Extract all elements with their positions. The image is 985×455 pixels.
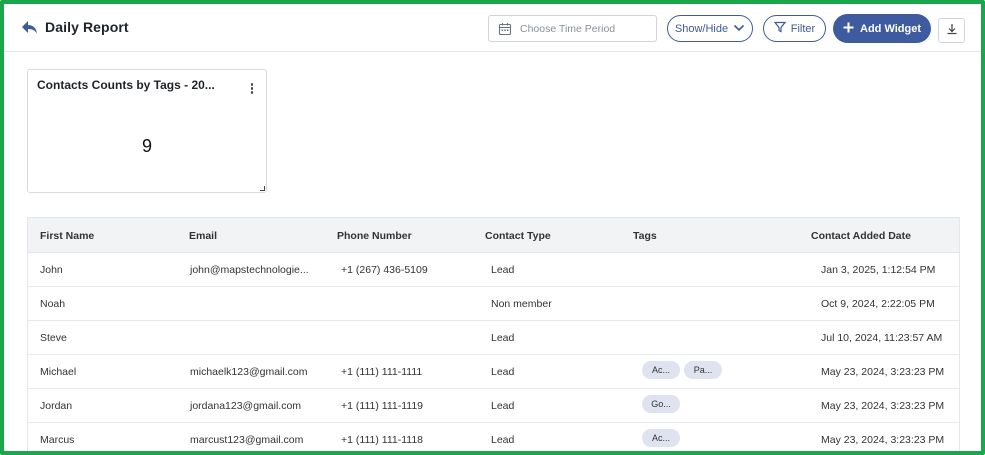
cell-phone: +1 (111) 111-1111 xyxy=(341,366,423,378)
back-arrow-icon[interactable] xyxy=(20,18,40,38)
show-hide-button[interactable]: Show/Hide xyxy=(667,15,753,42)
cell-email: michaelk123@gmail.com xyxy=(190,366,308,378)
column-header-first-name[interactable]: First Name xyxy=(40,230,94,242)
filter-icon xyxy=(773,21,787,36)
table-header: First Name Email Phone Number Contact Ty… xyxy=(28,218,959,253)
time-period-input[interactable] xyxy=(520,22,650,35)
table-row[interactable]: Steve Lead Jul 10, 2024, 11:23:57 AM xyxy=(28,321,959,355)
plus-icon xyxy=(843,22,854,36)
cell-first-name: John xyxy=(40,264,63,276)
cell-date: Jul 10, 2024, 11:23:57 AM xyxy=(821,332,943,344)
table-row[interactable]: Noah Non member Oct 9, 2024, 2:22:05 PM xyxy=(28,287,959,321)
cell-date: Jan 3, 2025, 1:12:54 PM xyxy=(821,264,936,276)
add-widget-button[interactable]: Add Widget xyxy=(833,14,931,43)
show-hide-label: Show/Hide xyxy=(674,22,729,35)
cell-email: jordana123@gmail.com xyxy=(190,400,302,412)
filter-button[interactable]: Filter xyxy=(763,15,826,42)
column-header-email[interactable]: Email xyxy=(189,230,217,242)
cell-contact-type: Lead xyxy=(491,332,515,344)
download-icon xyxy=(946,22,958,40)
calendar-icon xyxy=(498,22,512,36)
add-widget-label: Add Widget xyxy=(860,22,921,35)
cell-contact-type: Lead xyxy=(491,400,515,412)
cell-contact-type: Lead xyxy=(491,366,515,378)
contacts-counts-widget: Contacts Counts by Tags - 20... 9 xyxy=(27,69,267,193)
table-row[interactable]: Michael michaelk123@gmail.com +1 (111) 1… xyxy=(28,355,959,389)
page-header: Daily Report Show/Hide xyxy=(4,4,981,52)
tag-chip[interactable]: Ac... xyxy=(642,361,680,379)
filter-label: Filter xyxy=(790,22,816,35)
cell-phone: +1 (111) 111-1118 xyxy=(341,434,424,446)
column-header-contact-added-date[interactable]: Contact Added Date xyxy=(811,230,911,242)
cell-date: May 23, 2024, 3:23:23 PM xyxy=(821,400,945,412)
column-header-contact-type[interactable]: Contact Type xyxy=(485,230,551,242)
widget-title: Contacts Counts by Tags - 20... xyxy=(37,78,215,92)
widget-count: 9 xyxy=(141,136,152,156)
cell-phone: +1 (267) 436-5109 xyxy=(341,264,428,276)
contacts-table: First Name Email Phone Number Contact Ty… xyxy=(27,217,960,451)
cell-contact-type: Lead xyxy=(491,264,515,276)
cell-first-name: Michael xyxy=(40,366,77,378)
more-vertical-icon[interactable] xyxy=(247,83,257,95)
cell-first-name: Marcus xyxy=(40,434,75,446)
cell-date: May 23, 2024, 3:23:23 PM xyxy=(821,434,945,446)
resize-handle[interactable] xyxy=(260,186,265,191)
cell-email: john@mapstechnologie... xyxy=(190,264,309,276)
time-period-picker[interactable] xyxy=(488,15,657,42)
table-row[interactable]: John john@mapstechnologie... +1 (267) 43… xyxy=(28,253,959,287)
chevron-down-icon xyxy=(733,23,745,35)
cell-first-name: Steve xyxy=(40,332,67,344)
cell-email: marcust123@gmail.com xyxy=(190,434,304,446)
cell-first-name: Jordan xyxy=(40,400,73,412)
cell-contact-type: Non member xyxy=(491,298,552,310)
app-frame: Daily Report Show/Hide xyxy=(0,0,985,455)
cell-date: Oct 9, 2024, 2:22:05 PM xyxy=(821,298,935,310)
tag-chip[interactable]: Pa... xyxy=(684,361,722,379)
table-row[interactable]: Jordan jordana123@gmail.com +1 (111) 111… xyxy=(28,389,959,423)
tag-chip[interactable]: Go... xyxy=(642,395,680,413)
cell-contact-type: Lead xyxy=(491,434,515,446)
table-row[interactable]: Marcus marcust123@gmail.com +1 (111) 111… xyxy=(28,423,959,451)
column-header-tags[interactable]: Tags xyxy=(633,230,657,242)
cell-date: May 23, 2024, 3:23:23 PM xyxy=(821,366,945,378)
cell-phone: +1 (111) 111-1119 xyxy=(341,400,424,412)
cell-first-name: Noah xyxy=(40,298,66,310)
column-header-phone-number[interactable]: Phone Number xyxy=(337,230,412,242)
tag-chip[interactable]: Ac... xyxy=(642,429,680,447)
page-title: Daily Report xyxy=(45,19,129,35)
download-button[interactable] xyxy=(938,18,965,43)
